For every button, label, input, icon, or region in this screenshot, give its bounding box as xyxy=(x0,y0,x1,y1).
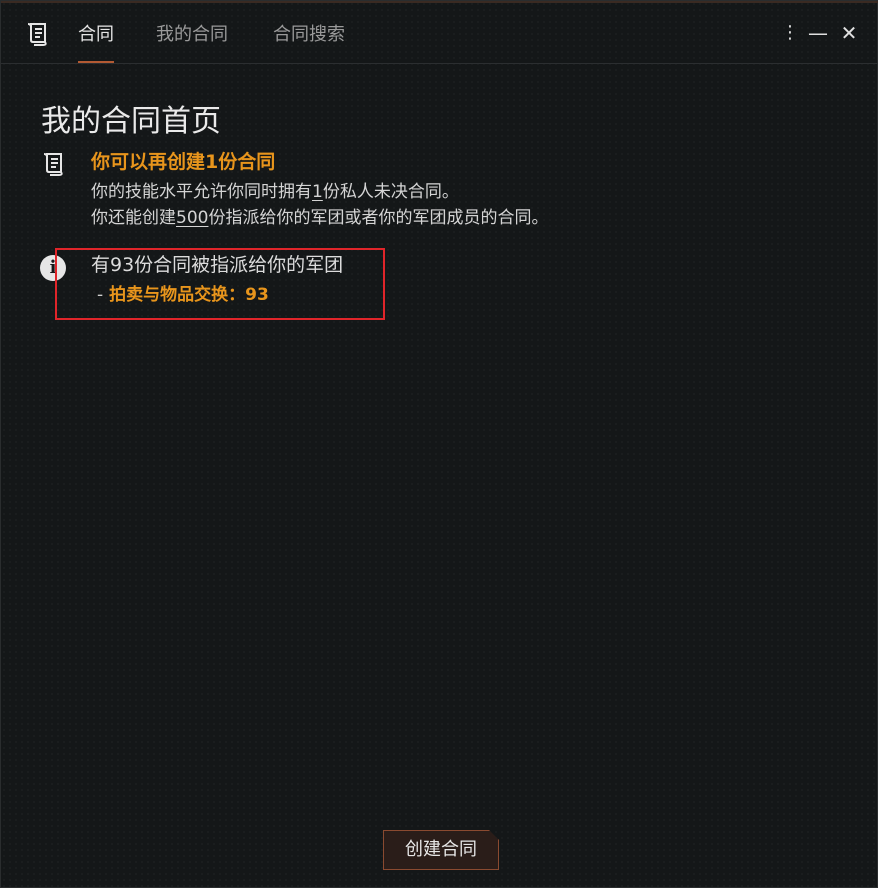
tab-contracts[interactable]: 合同 xyxy=(78,23,114,63)
auction-item-exchange-link[interactable]: 拍卖与物品交换：93 xyxy=(109,285,269,305)
capacity-line-1: 你的技能水平允许你同时拥有1份私人未决合同。 xyxy=(91,177,459,202)
assigned-contracts-item[interactable]: - 拍卖与物品交换：93 xyxy=(97,280,269,305)
title-bar: 合同 我的合同 合同搜索 ⋮ — ✕ xyxy=(1,1,878,64)
create-contract-button[interactable]: 创建合同 xyxy=(383,830,499,870)
capacity-line-1-suffix: 份私人未决合同。 xyxy=(322,182,459,202)
tab-my-contracts[interactable]: 我的合同 xyxy=(156,23,228,47)
private-contract-limit: 1 xyxy=(312,182,323,202)
corp-contract-remaining: 500 xyxy=(176,208,209,228)
tab-contract-search[interactable]: 合同搜索 xyxy=(273,23,345,47)
contracts-window: 合同 我的合同 合同搜索 ⋮ — ✕ 我的合同首页 你可以再创建1份合同 你的技… xyxy=(0,0,878,888)
capacity-line-2-suffix: 份指派给你的军团或者你的军团成员的合同。 xyxy=(208,208,549,228)
page-title: 我的合同首页 xyxy=(41,104,221,139)
close-button[interactable]: ✕ xyxy=(838,21,860,45)
more-options-button[interactable]: ⋮ xyxy=(779,21,801,45)
assigned-item-dash: - xyxy=(97,285,104,305)
assigned-contracts-text: 有93份合同被指派给你的军团 xyxy=(91,254,344,276)
capacity-line-2: 你还能创建500份指派给你的军团或者你的军团成员的合同。 xyxy=(91,203,548,228)
contract-scroll-icon xyxy=(27,23,47,46)
capacity-line-2-prefix: 你还能创建 xyxy=(91,208,176,228)
minimize-button[interactable]: — xyxy=(807,21,829,45)
capacity-heading: 你可以再创建1份合同 xyxy=(91,151,276,173)
contract-scroll-icon xyxy=(43,153,63,176)
capacity-line-1-prefix: 你的技能水平允许你同时拥有 xyxy=(91,182,312,202)
